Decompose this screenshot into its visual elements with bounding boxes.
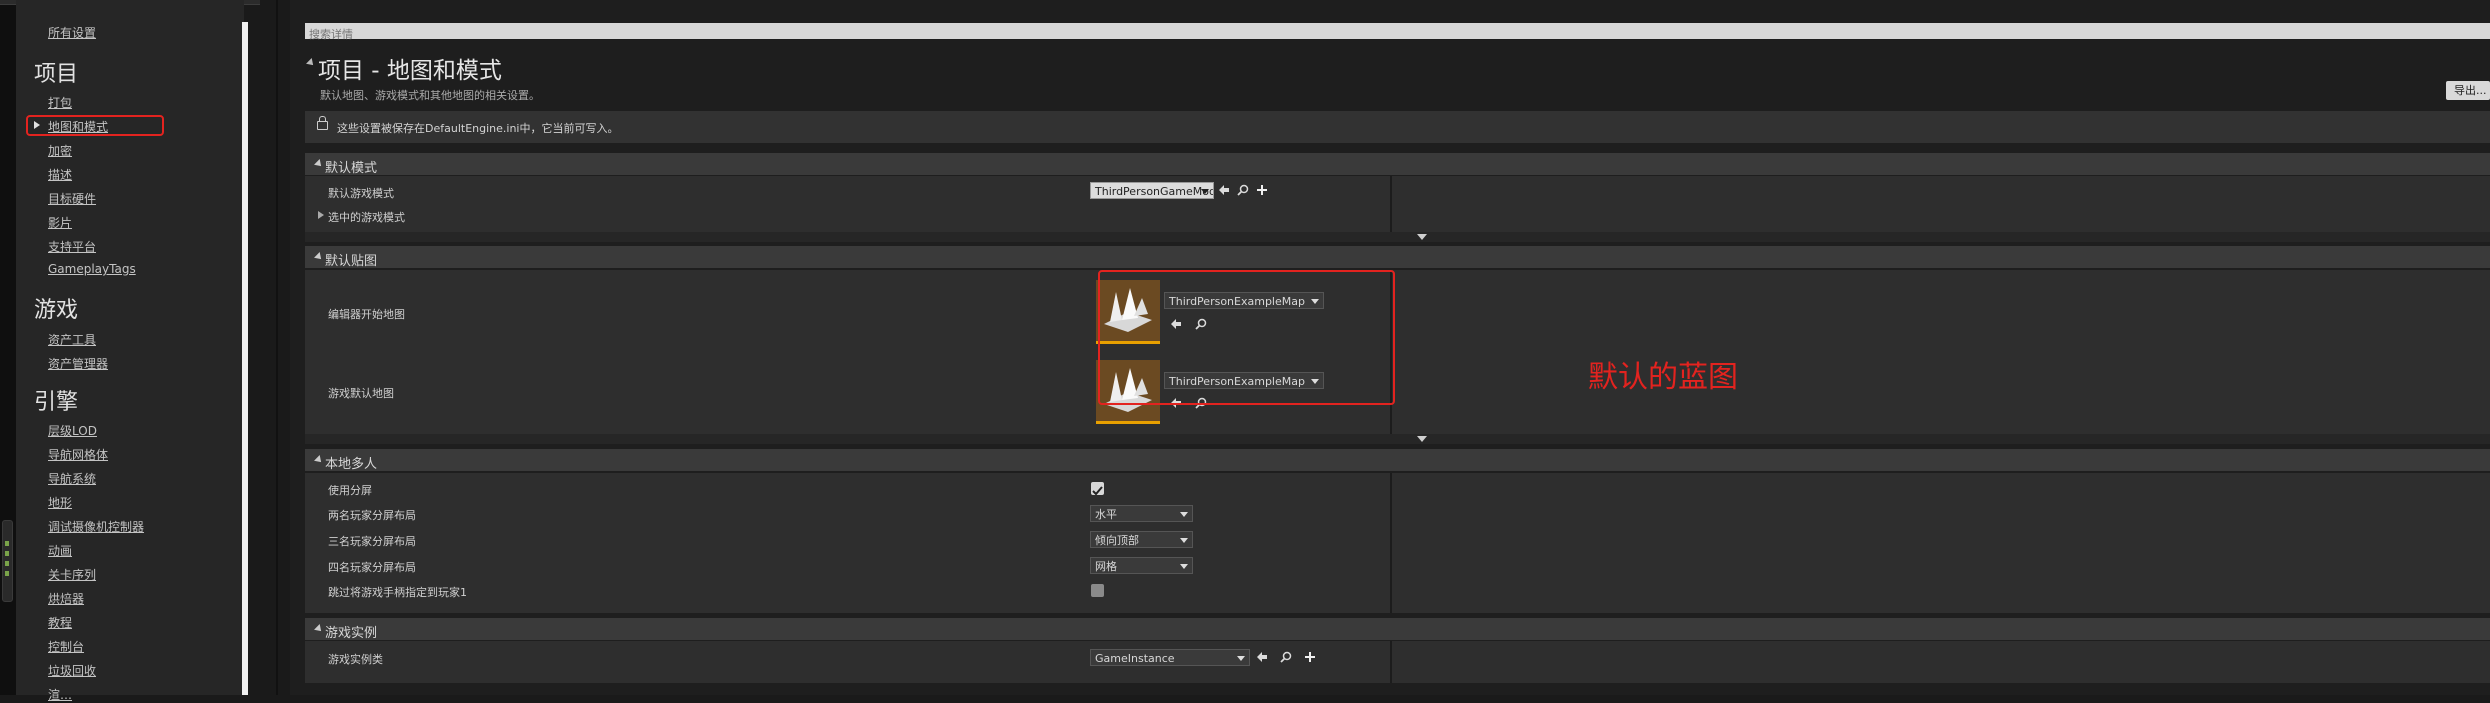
sidebar-item-landscape[interactable]: 地形 <box>48 494 72 511</box>
sidebar-item-tutorials[interactable]: 教程 <box>48 614 72 631</box>
sidebar-item-gameplaytags[interactable]: GameplayTags <box>48 262 136 276</box>
sidebar-section-game: 游戏 <box>34 298 79 323</box>
sidebar-item-all-settings[interactable]: 所有设置 <box>48 24 96 41</box>
combo-value: 水平 <box>1095 508 1117 521</box>
advanced-expand-bar[interactable] <box>305 232 2490 242</box>
chevron-down-icon <box>1180 512 1188 517</box>
use-splitscreen-label: 使用分屏 <box>328 484 372 497</box>
sidebar-item-hlod[interactable]: 层级LOD <box>48 422 97 439</box>
column-divider[interactable] <box>1390 473 1392 613</box>
three-player-layout-label: 三名玩家分屏布局 <box>328 535 416 548</box>
chevron-down-icon <box>1201 189 1209 194</box>
collapse-icon <box>314 455 324 465</box>
side-tab[interactable] <box>2 520 13 602</box>
sidebar-item-console[interactable]: 控制台 <box>48 638 84 655</box>
search-icon[interactable] <box>1237 184 1249 196</box>
section-title: 游戏实例 <box>325 626 378 641</box>
search-input[interactable] <box>305 26 2490 43</box>
sidebar-item-level-sequence[interactable]: 关卡序列 <box>48 566 96 583</box>
annotation-highlight-box <box>1098 270 1395 405</box>
section-header-game-instance[interactable]: 游戏实例 <box>305 618 2490 641</box>
plus-icon[interactable] <box>1256 184 1268 196</box>
section-body-default-maps <box>305 270 2490 434</box>
search-bar <box>305 23 2490 43</box>
section-body-local-multiplayer <box>305 473 2490 613</box>
two-player-layout-label: 两名玩家分屏布局 <box>328 509 416 522</box>
section-title: 默认模式 <box>325 161 378 176</box>
section-header-default-modes[interactable]: 默认模式 <box>305 153 2490 176</box>
sidebar-item-garbage-collection[interactable]: 垃圾回收 <box>48 662 96 679</box>
annotation-label: 默认的蓝图 <box>1588 360 1738 395</box>
collapse-icon <box>314 624 324 634</box>
game-instance-class-combo[interactable]: GameInstance <box>1090 649 1250 666</box>
section-title: 本地多人 <box>325 457 378 472</box>
sidebar-item-description[interactable]: 描述 <box>48 166 72 183</box>
editor-startup-map-label: 编辑器开始地图 <box>328 308 405 321</box>
page-description: 默认地图、游戏模式和其他地图的相关设置。 <box>320 89 540 102</box>
sidebar-item-navigation-system[interactable]: 导航系统 <box>48 470 96 487</box>
combo-value: ThirdPersonGameMode <box>1095 185 1214 198</box>
sidebar-item-encryption[interactable]: 加密 <box>48 142 72 159</box>
sidebar-section-engine: 引擎 <box>34 390 79 415</box>
combo-value: 网格 <box>1095 560 1117 573</box>
advanced-expand-bar[interactable] <box>305 434 2490 444</box>
section-header-default-maps[interactable]: 默认贴图 <box>305 246 2490 269</box>
checkmark-icon <box>1092 486 1103 496</box>
default-game-mode-label: 默认游戏模式 <box>328 187 394 200</box>
chevron-down-icon <box>1180 564 1188 569</box>
section-body-game-instance <box>305 641 2490 683</box>
sidebar-item-packaging[interactable]: 打包 <box>48 94 72 111</box>
four-player-layout-label: 四名玩家分屏布局 <box>328 561 416 574</box>
lock-icon <box>317 116 328 130</box>
sidebar-item-asset-manager[interactable]: 资产管理器 <box>48 355 108 372</box>
plus-icon[interactable] <box>1304 651 1316 663</box>
sidebar-item-maps-modes[interactable]: 地图和模式 <box>48 118 108 135</box>
sidebar-item-cooker[interactable]: 烘焙器 <box>48 590 84 607</box>
chevron-down-icon <box>1237 656 1245 661</box>
section-title: 默认贴图 <box>325 254 378 269</box>
sidebar-item-navmesh[interactable]: 导航网格体 <box>48 446 108 463</box>
sidebar-item-debug-camera[interactable]: 调试摄像机控制器 <box>48 518 144 535</box>
combo-value: GameInstance <box>1095 652 1175 665</box>
game-default-map-label: 游戏默认地图 <box>328 387 394 400</box>
expand-arrow-icon[interactable] <box>318 211 324 219</box>
sidebar-item-movies[interactable]: 影片 <box>48 214 72 231</box>
column-divider[interactable] <box>1390 176 1392 232</box>
sidebar-item-animation[interactable]: 动画 <box>48 542 72 559</box>
sidebar-item-asset-tools[interactable]: 资产工具 <box>48 331 96 348</box>
sidebar-divider[interactable] <box>276 0 278 695</box>
chevron-down-icon <box>1180 538 1188 543</box>
ini-notice-text: 这些设置被保存在DefaultEngine.ini中，它当前可写入。 <box>337 122 619 135</box>
section-header-local-multiplayer[interactable]: 本地多人 <box>305 449 2490 472</box>
collapse-icon <box>314 252 324 262</box>
game-instance-class-label: 游戏实例类 <box>328 653 383 666</box>
sidebar-section-project: 项目 <box>34 62 79 87</box>
arrow-left-icon[interactable] <box>1256 651 1268 663</box>
two-player-layout-combo[interactable]: 水平 <box>1090 505 1193 522</box>
sidebar-item-target-hardware[interactable]: 目标硬件 <box>48 190 96 207</box>
window-edge <box>0 0 16 695</box>
export-button[interactable]: 导出... <box>2446 81 2490 100</box>
page-title: 项目 - 地图和模式 <box>318 58 502 84</box>
sidebar-item-supported-platforms[interactable]: 支持平台 <box>48 238 96 255</box>
caret-right-icon <box>34 121 40 129</box>
use-splitscreen-checkbox[interactable] <box>1091 482 1104 496</box>
collapse-icon <box>314 159 324 169</box>
search-icon[interactable] <box>1280 651 1292 663</box>
three-player-layout-combo[interactable]: 倾向顶部 <box>1090 531 1193 548</box>
selected-game-mode-label[interactable]: 选中的游戏模式 <box>328 209 405 225</box>
ini-notice-bar: 这些设置被保存在DefaultEngine.ini中，它当前可写入。 <box>305 111 2490 143</box>
chevron-down-icon <box>1417 234 1427 240</box>
combo-value: 倾向顶部 <box>1095 534 1139 547</box>
skip-assign-gamepad-label: 跳过将游戏手柄指定到玩家1 <box>328 586 467 599</box>
four-player-layout-combo[interactable]: 网格 <box>1090 557 1193 574</box>
sidebar-scrollbar[interactable] <box>242 22 248 695</box>
section-body-default-modes <box>305 176 2490 232</box>
chevron-down-icon <box>1417 436 1427 442</box>
default-game-mode-combo[interactable]: ThirdPersonGameMode <box>1090 182 1214 199</box>
arrow-left-icon[interactable] <box>1218 184 1230 196</box>
column-divider[interactable] <box>1390 641 1392 683</box>
skip-assign-gamepad-checkbox[interactable] <box>1091 584 1104 597</box>
